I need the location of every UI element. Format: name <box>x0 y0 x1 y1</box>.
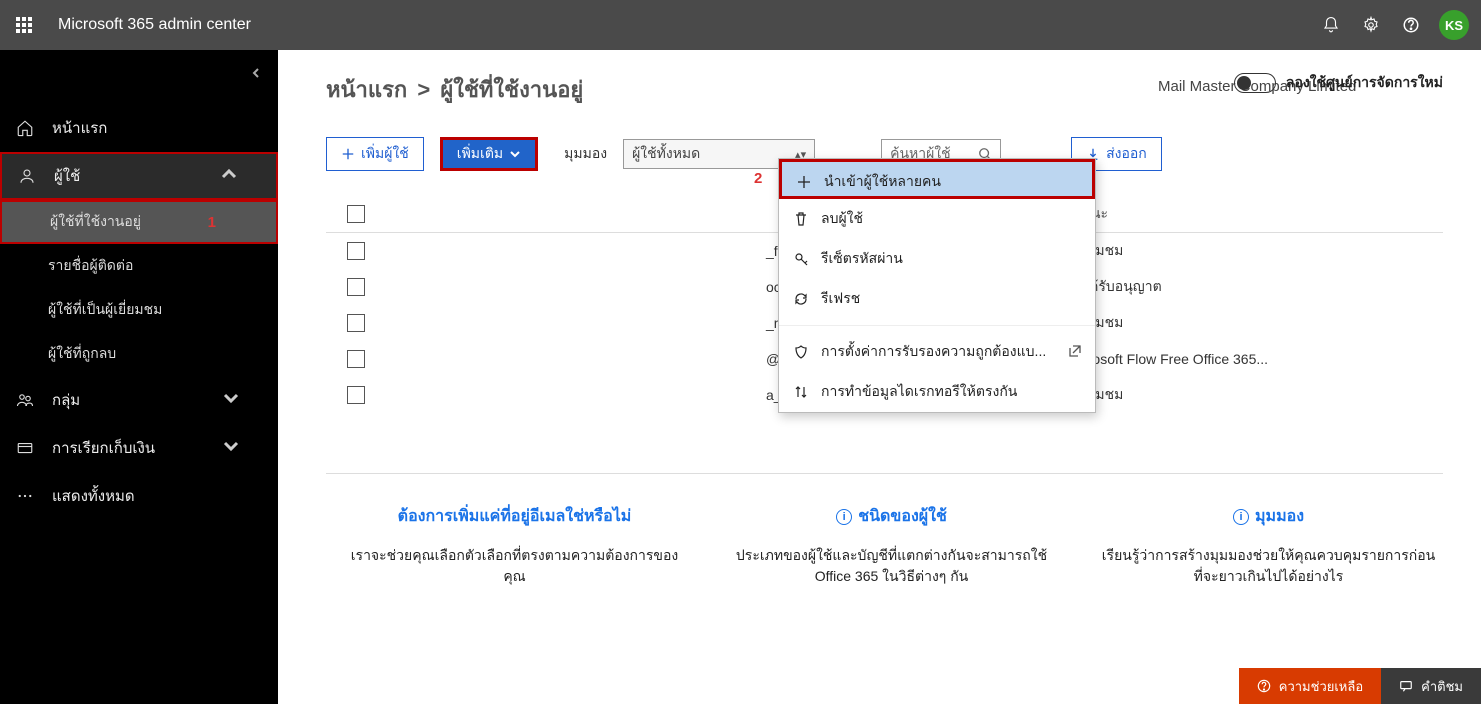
sidebar-item-billing[interactable]: การเรียกเก็บเงิน <box>0 424 278 472</box>
menu-mfa[interactable]: การตั้งค่าการรับรองความถูกต้องแบ... <box>779 332 1095 372</box>
feedback-button[interactable]: คำติชม <box>1381 668 1481 704</box>
sidebar-sub-guests[interactable]: ผู้ใช้ที่เป็นผู้เยี่ยมชม <box>0 288 278 332</box>
topbar: Microsoft 365 admin center KS <box>0 0 1481 50</box>
help-button[interactable]: ความช่วยเหลือ <box>1239 668 1381 704</box>
sidebar-showall-label: แสดงทั้งหมด <box>52 484 135 508</box>
menu-import-label: นำเข้าผู้ใช้หลายคน <box>824 171 941 193</box>
card-title-text: ชนิดของผู้ใช้ <box>858 504 947 529</box>
breadcrumb-current: ผู้ใช้ที่ใช้งานอยู่ <box>440 77 583 102</box>
card-user-types: i ชนิดของผู้ใช้ ประเภทของผู้ใช้และบัญชีที… <box>723 504 1060 587</box>
add-user-label: เพิ่มผู้ใช้ <box>361 143 409 165</box>
menu-reset-label: รีเซ็ตรหัสผ่าน <box>821 248 903 270</box>
select-all-checkbox[interactable] <box>347 205 365 223</box>
card-title-text: มุมมอง <box>1255 504 1304 529</box>
toggle-switch[interactable] <box>1234 73 1276 93</box>
card-title[interactable]: ต้องการเพิ่มแค่ที่อยู่อีเมลใช่หรือไม่ <box>398 504 632 529</box>
main: หน้าแรก > ผู้ใช้ที่ใช้งานอยู่ Mail Maste… <box>278 50 1481 704</box>
sidebar-sub-guests-label: ผู้ใช้ที่เป็นผู้เยี่ยมชม <box>48 299 162 321</box>
sidebar-sub-active-users[interactable]: ผู้ใช้ที่ใช้งานอยู่ 1 <box>0 200 278 244</box>
row-checkbox[interactable] <box>347 278 365 296</box>
help-icon[interactable] <box>1391 5 1431 45</box>
sidebar-item-show-all[interactable]: แสดงทั้งหมด <box>0 472 278 520</box>
more-button[interactable]: เพิ่มเติม <box>440 137 538 171</box>
info-icon: i <box>1233 509 1249 525</box>
row-status: ไม่ได้รับอนุญาต <box>1066 276 1443 298</box>
feedback-label: คำติชม <box>1421 676 1463 697</box>
sidebar-sub-deleted-label: ผู้ใช้ที่ถูกลบ <box>48 343 116 365</box>
sidebar-item-users[interactable]: ผู้ใช้ <box>0 152 278 200</box>
sidebar-billing-label: การเรียกเก็บเงิน <box>52 436 155 460</box>
collapse-sidebar-icon[interactable] <box>250 66 262 84</box>
row-status: ผู้เยี่ยมชม <box>1066 240 1443 262</box>
app-launcher-icon[interactable] <box>8 9 40 41</box>
card-title[interactable]: i ชนิดของผู้ใช้ <box>836 504 947 529</box>
menu-reset-password[interactable]: รีเซ็ตรหัสผ่าน <box>779 239 1095 279</box>
view-label: มุมมอง <box>564 143 607 165</box>
menu-refresh-label: รีเฟรช <box>821 288 860 310</box>
sidebar-groups-label: กลุ่ม <box>52 388 80 412</box>
row-checkbox[interactable] <box>347 314 365 332</box>
row-status: ผู้เยี่ยมชม <box>1066 312 1443 334</box>
menu-dirsync-label: การทำข้อมูลไดเรกทอรีให้ตรงกัน <box>821 381 1017 403</box>
row-checkbox[interactable] <box>347 386 365 404</box>
breadcrumb-sep: > <box>417 77 430 102</box>
menu-mfa-label: การตั้งค่าการรับรองความถูกต้องแบ... <box>821 341 1046 363</box>
sidebar-item-groups[interactable]: กลุ่ม <box>0 376 278 424</box>
card-views: i มุมมอง เรียนรู้ว่าการสร้างมุมมองช่วยให้… <box>1100 504 1437 587</box>
card-desc: ประเภทของผู้ใช้และบัญชีที่แตกต่างกันจะสา… <box>723 545 1060 587</box>
app-title: Microsoft 365 admin center <box>58 16 251 34</box>
help-label: ความช่วยเหลือ <box>1279 676 1363 697</box>
sidebar-sub-contacts-label: รายชื่อผู้ติดต่อ <box>48 255 133 277</box>
sidebar-sub-active-label: ผู้ใช้ที่ใช้งานอยู่ <box>50 211 141 233</box>
footer: ความช่วยเหลือ คำติชม <box>1239 668 1481 704</box>
external-link-icon <box>1067 343 1083 362</box>
menu-refresh[interactable]: รีเฟรช <box>779 279 1095 319</box>
export-label: ส่งออก <box>1106 143 1147 165</box>
toggle-label: ลองใช้ศูนย์การจัดการใหม่ <box>1286 72 1443 94</box>
settings-icon[interactable] <box>1351 5 1391 45</box>
row-status: ผู้เยี่ยมชม <box>1066 384 1443 406</box>
new-admin-toggle[interactable]: ลองใช้ศูนย์การจัดการใหม่ <box>1234 72 1443 94</box>
chevron-down-icon <box>222 389 258 411</box>
card-title-text: ต้องการเพิ่มแค่ที่อยู่อีเมลใช่หรือไม่ <box>398 504 632 529</box>
menu-dirsync[interactable]: การทำข้อมูลไดเรกทอรีให้ตรงกัน <box>779 372 1095 412</box>
info-icon: i <box>836 509 852 525</box>
row-checkbox[interactable] <box>347 242 365 260</box>
menu-import-multiple[interactable]: นำเข้าผู้ใช้หลายคน <box>779 159 1095 199</box>
sidebar-home-label: หน้าแรก <box>52 116 107 140</box>
sidebar-users-label: ผู้ใช้ <box>54 164 80 188</box>
chevron-down-icon <box>222 437 258 459</box>
add-user-button[interactable]: เพิ่มผู้ใช้ <box>326 137 424 171</box>
help-cards: ต้องการเพิ่มแค่ที่อยู่อีเมลใช่หรือไม่ เร… <box>326 504 1443 587</box>
sidebar-sub-deleted[interactable]: ผู้ใช้ที่ถูกลบ <box>0 332 278 376</box>
sidebar-item-home[interactable]: หน้าแรก <box>0 104 278 152</box>
card-add-email: ต้องการเพิ่มแค่ที่อยู่อีเมลใช่หรือไม่ เร… <box>346 504 683 587</box>
row-status: Microsoft Flow Free Office 365... <box>1066 351 1443 367</box>
annotation-1: 1 <box>208 214 216 231</box>
more-label: เพิ่มเติม <box>457 143 503 165</box>
sidebar-sub-contacts[interactable]: รายชื่อผู้ติดต่อ <box>0 244 278 288</box>
row-checkbox[interactable] <box>347 350 365 368</box>
menu-delete-user[interactable]: ลบผู้ใช้ <box>779 199 1095 239</box>
avatar[interactable]: KS <box>1439 10 1469 40</box>
card-title[interactable]: i มุมมอง <box>1233 504 1304 529</box>
notifications-icon[interactable] <box>1311 5 1351 45</box>
sidebar: หน้าแรก ผู้ใช้ ผู้ใช้ที่ใช้งานอยู่ 1 ราย… <box>0 50 278 704</box>
breadcrumb-home[interactable]: หน้าแรก <box>326 77 407 102</box>
menu-delete-label: ลบผู้ใช้ <box>821 208 863 230</box>
more-dropdown: นำเข้าผู้ใช้หลายคน ลบผู้ใช้ รีเซ็ตรหัสผ่… <box>778 158 1096 413</box>
annotation-2: 2 <box>754 170 762 187</box>
col-status-header[interactable]: สถานะ <box>1066 203 1443 225</box>
card-desc: เรียนรู้ว่าการสร้างมุมมองช่วยให้คุณควบคุ… <box>1100 545 1437 587</box>
chevron-up-icon <box>220 165 256 187</box>
card-desc: เราจะช่วยคุณเลือกตัวเลือกที่ตรงตามความต้… <box>346 545 683 587</box>
view-select-value: ผู้ใช้ทั้งหมด <box>632 143 700 165</box>
